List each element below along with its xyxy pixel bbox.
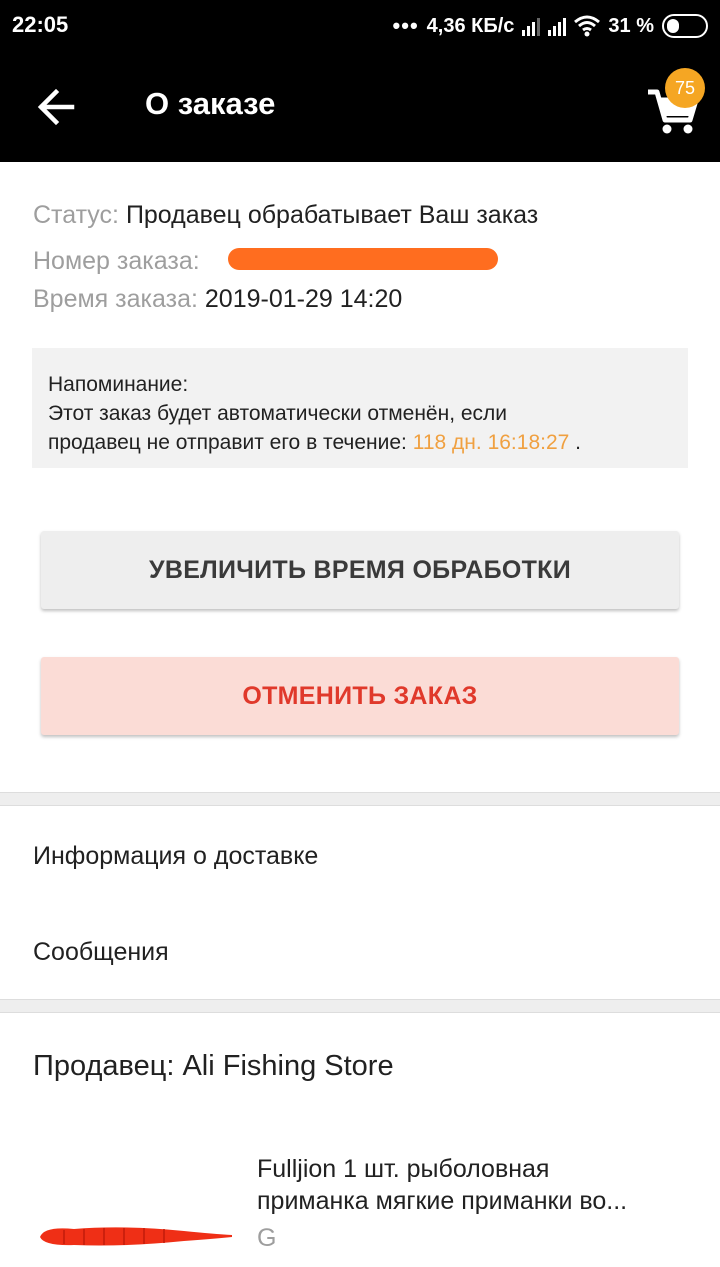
countdown-timer: 118 дн. 16:18:27	[412, 431, 570, 454]
product-title[interactable]: Fulljion 1 шт. рыболовная приманка мягки…	[257, 1153, 687, 1217]
network-speed: 4,36 КБ/с	[426, 14, 515, 37]
order-time-value: 2019-01-29 14:20	[204, 285, 403, 313]
order-number-row: Номер заказа:	[33, 247, 200, 276]
order-time-row: Время заказа: 2019-01-29 14:20	[33, 285, 402, 314]
messages-item[interactable]: Сообщения	[33, 938, 169, 967]
notification-dots: •••	[392, 13, 419, 38]
status-icons: ••• 4,36 КБ/с 31 %	[393, 12, 708, 40]
reminder-line2-row: продавец не отправит его в течение: 118 …	[48, 428, 672, 457]
order-time-label: Время заказа:	[33, 285, 198, 313]
status-value: Продавец обрабатывает Ваш заказ	[125, 201, 539, 229]
extend-processing-time-button[interactable]: УВЕЛИЧИТЬ ВРЕМЯ ОБРАБОТКИ	[41, 531, 679, 609]
battery-percent: 31 %	[608, 14, 654, 37]
order-number-label: Номер заказа:	[33, 247, 200, 275]
signal-icon-2	[548, 16, 567, 36]
signal-icon	[522, 16, 541, 36]
app-bar: О заказе 75	[0, 52, 720, 162]
reminder-title: Напоминание:	[48, 373, 189, 396]
product-sku: G	[257, 1224, 277, 1252]
order-status-row: Статус: Продавец обрабатывает Ваш заказ	[33, 201, 538, 230]
product-image[interactable]	[34, 1210, 234, 1260]
seller-name[interactable]: Продавец: Ali Fishing Store	[33, 1050, 394, 1083]
battery-icon	[662, 14, 708, 38]
status-label: Статус:	[33, 201, 119, 229]
product-title-line2: приманка мягкие приманки во...	[257, 1187, 628, 1215]
cancel-order-button[interactable]: ОТМЕНИТЬ ЗАКАЗ	[41, 657, 679, 735]
reminder-box: Напоминание: Этот заказ будет автоматиче…	[32, 348, 688, 468]
redacted-order-number	[228, 248, 498, 270]
arrow-left-icon[interactable]	[32, 82, 82, 132]
section-divider-2	[0, 999, 720, 1013]
status-bar: 22:05 ••• 4,36 КБ/с 31 %	[0, 0, 720, 52]
page-title: О заказе	[145, 86, 276, 121]
delivery-info-item[interactable]: Информация о доставке	[33, 842, 318, 871]
wifi-icon	[574, 15, 601, 37]
reminder-line1: Этот заказ будет автоматически отменён, …	[48, 402, 508, 425]
product-title-line1: Fulljion 1 шт. рыболовная	[257, 1155, 550, 1183]
reminder-period: .	[569, 431, 581, 454]
cart-count-badge: 75	[665, 68, 705, 108]
reminder-line2: продавец не отправит его в течение:	[48, 431, 407, 454]
section-divider	[0, 792, 720, 806]
clock: 22:05	[12, 12, 69, 37]
